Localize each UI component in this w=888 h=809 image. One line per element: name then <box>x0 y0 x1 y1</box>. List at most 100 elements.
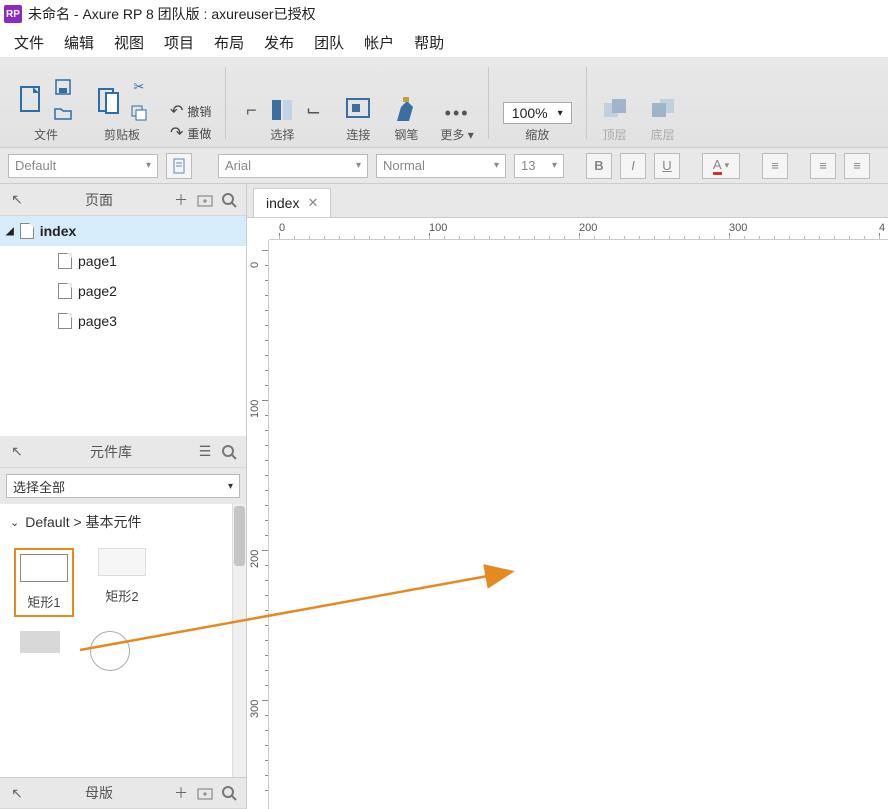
menu-layout[interactable]: 布局 <box>206 28 252 57</box>
canvas-area: index ✕ 01002003004 0100200300 <box>247 184 888 809</box>
tabbar: index ✕ <box>247 184 888 218</box>
group-clipboard: ✂ 剪贴板 <box>84 58 160 147</box>
collapse-icon[interactable]: ↖ <box>8 443 26 461</box>
tab-index[interactable]: index ✕ <box>253 188 331 217</box>
page-icon <box>58 253 72 269</box>
page-item-page2[interactable]: page2 <box>0 276 246 306</box>
canvas[interactable] <box>269 240 888 809</box>
add-master-icon[interactable]: ＋ <box>172 784 190 802</box>
send-back-icon[interactable] <box>649 96 677 124</box>
group-undo: ↶撤销 ↷重做 <box>160 58 221 147</box>
corner-br-icon[interactable]: ⌙ <box>302 99 324 121</box>
redo-button[interactable]: ↷重做 <box>170 123 211 143</box>
zoom-label: 缩放 <box>525 126 549 143</box>
zoom-value: 100% <box>512 105 548 121</box>
add-folder-icon[interactable] <box>196 784 214 802</box>
pages-panel-header: ↖ 页面 ＋ <box>0 184 246 216</box>
group-file: 文件 <box>8 58 84 147</box>
align-left-button[interactable]: ≡ <box>810 153 836 179</box>
new-file-icon[interactable] <box>18 86 46 114</box>
font-combo[interactable]: Arial▾ <box>218 154 368 178</box>
select-label: 选择 <box>270 126 294 143</box>
menu-project[interactable]: 项目 <box>156 28 202 57</box>
app-icon: RP <box>4 5 22 23</box>
library-body: ⌄Default > 基本元件 矩形1 矩形2 <box>0 504 246 777</box>
weight-combo[interactable]: Normal▾ <box>376 154 506 178</box>
collapse-icon[interactable]: ↖ <box>8 784 26 802</box>
group-front: 顶层 <box>591 58 639 147</box>
bring-front-icon[interactable] <box>601 96 629 124</box>
open-icon[interactable] <box>52 102 74 124</box>
main: ↖ 页面 ＋ ◢ index page1 page2 <box>0 184 888 809</box>
menu-icon[interactable]: ☰ <box>196 443 214 461</box>
cut-icon[interactable]: ✂ <box>128 76 150 98</box>
file-label: 文件 <box>34 126 58 143</box>
widget-rectangle1[interactable]: 矩形1 <box>14 548 74 617</box>
connect-icon[interactable] <box>344 96 372 124</box>
pages-title: 页面 <box>32 190 166 210</box>
corner-tl-icon[interactable]: ⌐ <box>240 99 262 121</box>
page-icon <box>58 313 72 329</box>
undo-button[interactable]: ↶撤销 <box>170 101 211 121</box>
search-icon[interactable] <box>220 443 238 461</box>
bullet-list-button[interactable]: ≡ <box>762 153 788 179</box>
group-connect: 连接 <box>334 58 382 147</box>
copy-icon[interactable] <box>128 102 150 124</box>
style-edit-icon[interactable] <box>166 153 192 179</box>
group-back: 底层 <box>639 58 687 147</box>
library-scrollbar[interactable] <box>232 504 246 777</box>
menu-view[interactable]: 视图 <box>106 28 152 57</box>
search-icon[interactable] <box>220 191 238 209</box>
more-label[interactable]: 更多 ▾ <box>440 126 473 143</box>
save-icon[interactable] <box>52 76 74 98</box>
library-panel: ↖ 元件库 ☰ 选择全部▾ ⌄Default > 基本元件 矩形1 矩形2 <box>0 436 246 809</box>
more-icon[interactable]: ••• <box>446 102 468 124</box>
menu-edit[interactable]: 编辑 <box>56 28 102 57</box>
ruler-horizontal: 01002003004 <box>269 218 888 240</box>
masters-panel-header: ↖ 母版 ＋ <box>0 777 246 809</box>
page-icon <box>58 283 72 299</box>
connect-label: 连接 <box>346 126 370 143</box>
menu-account[interactable]: 帐户 <box>356 28 402 57</box>
page-item-index[interactable]: ◢ index <box>0 216 246 246</box>
group-more: ••• 更多 ▾ <box>430 58 483 147</box>
menu-team[interactable]: 团队 <box>306 28 352 57</box>
group-pen: 钢笔 <box>382 58 430 147</box>
size-combo[interactable]: 13▾ <box>514 154 564 178</box>
menu-help[interactable]: 帮助 <box>406 28 452 57</box>
collapse-icon[interactable]: ↖ <box>8 191 26 209</box>
titlebar-text: 未命名 - Axure RP 8 团队版 : axureuser已授权 <box>28 4 316 24</box>
masters-title: 母版 <box>32 783 166 803</box>
page-item-page1[interactable]: page1 <box>0 246 246 276</box>
style-combo[interactable]: Default▾ <box>8 154 158 178</box>
page-icon <box>20 223 34 239</box>
library-select[interactable]: 选择全部▾ <box>6 474 240 498</box>
library-category[interactable]: ⌄Default > 基本元件 <box>0 504 246 540</box>
menu-file[interactable]: 文件 <box>6 28 52 57</box>
page-item-page3[interactable]: page3 <box>0 306 246 336</box>
zoom-combo[interactable]: 100% ▾ <box>503 102 572 124</box>
pen-icon[interactable] <box>392 96 420 124</box>
toolbar: 文件 ✂ 剪贴板 ↶撤销 ↷重做 ⌐ ⌙ 选择 连接 钢笔 •• <box>0 58 888 148</box>
clipboard-label: 剪贴板 <box>104 126 140 143</box>
italic-button[interactable]: I <box>620 153 646 179</box>
search-icon[interactable] <box>220 784 238 802</box>
align-center-button[interactable]: ≡ <box>844 153 870 179</box>
widget-box[interactable] <box>20 631 60 653</box>
underline-button[interactable]: U <box>654 153 680 179</box>
menubar: 文件 编辑 视图 项目 布局 发布 团队 帐户 帮助 <box>0 28 888 58</box>
select-icon[interactable] <box>268 96 296 124</box>
add-folder-icon[interactable] <box>196 191 214 209</box>
menu-publish[interactable]: 发布 <box>256 28 302 57</box>
add-page-icon[interactable]: ＋ <box>172 191 190 209</box>
titlebar: RP 未命名 - Axure RP 8 团队版 : axureuser已授权 <box>0 0 888 28</box>
sidebar: ↖ 页面 ＋ ◢ index page1 page2 <box>0 184 247 809</box>
ruler-vertical: 0100200300 <box>247 240 269 809</box>
close-icon[interactable]: ✕ <box>307 195 318 211</box>
library-panel-header: ↖ 元件库 ☰ <box>0 436 246 468</box>
widget-ellipse[interactable] <box>90 631 130 671</box>
paste-icon[interactable] <box>94 86 122 114</box>
text-color-button[interactable]: A▾ <box>702 153 740 179</box>
bold-button[interactable]: B <box>586 153 612 179</box>
widget-rectangle2[interactable]: 矩形2 <box>98 548 146 617</box>
